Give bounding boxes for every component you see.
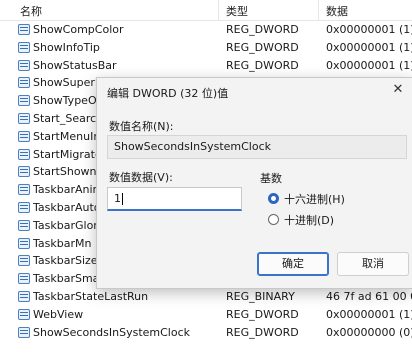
column-divider[interactable] — [318, 0, 319, 20]
registry-value-icon — [18, 202, 30, 213]
hex-radio-label[interactable]: 十六进制(H) — [284, 191, 345, 207]
value-name-cell: TaskbarAutoI — [33, 201, 104, 214]
value-name-cell: ShowTypeOv — [33, 94, 104, 108]
registry-value-icon — [18, 59, 30, 71]
column-divider[interactable] — [218, 0, 219, 20]
base-group: 基数 十六进制(H) 十进制(D) — [260, 170, 408, 230]
registry-value-icon — [18, 273, 30, 285]
registry-value-icon — [18, 113, 30, 124]
registry-value-icon — [18, 148, 30, 160]
hex-radio[interactable] — [268, 193, 279, 204]
registry-value-icon — [18, 326, 30, 338]
column-header-name[interactable]: 名称 — [20, 3, 42, 19]
registry-value-icon — [18, 41, 30, 53]
value-name-cell: WebView — [33, 307, 84, 321]
value-name-cell: ShowInfoTip — [33, 40, 100, 54]
table-row[interactable]: ShowStatusBar REG_DWORD 0x00000001 (1) — [0, 57, 412, 74]
table-row[interactable]: ShowInfoTip REG_DWORD 0x00000001 (1) — [0, 39, 412, 56]
value-name-cell: ShowStatusBar — [33, 58, 117, 72]
dec-radio[interactable] — [268, 214, 279, 225]
registry-value-icon — [18, 219, 30, 231]
value-type-cell: REG_BINARY — [226, 290, 295, 303]
registry-value-icon — [18, 130, 30, 142]
value-type-cell: REG_DWORD — [226, 40, 299, 54]
value-data-cell: 0x00000001 (1) — [326, 307, 412, 321]
value-data-input[interactable]: 1 — [107, 187, 242, 211]
column-header-type[interactable]: 类型 — [226, 3, 248, 19]
value-data-cell: 46 7f ad 61 00 00 — [326, 290, 412, 303]
dialog-title: 编辑 DWORD (32 位)值 — [107, 87, 229, 100]
table-row[interactable]: ShowSecondsInSystemClock REG_DWORD 0x00000… — [0, 324, 412, 341]
value-data-cell: 0x00000001 (1) — [326, 58, 412, 72]
value-data-cell: 0x00000001 (1) — [326, 23, 412, 36]
table-row[interactable]: TaskbarStateLastRun REG_BINARY 46 7f ad 61… — [0, 288, 412, 305]
value-type-cell: REG_DWORD — [226, 58, 299, 72]
table-row[interactable]: WebView REG_DWORD 0x00000001 (1) — [0, 306, 412, 323]
cancel-button[interactable]: 取消 — [337, 252, 409, 276]
base-label: 基数 — [260, 172, 282, 185]
registry-value-icon — [18, 95, 30, 107]
registry-value-icon — [18, 308, 30, 320]
registry-value-icon — [18, 255, 30, 267]
value-type-cell: REG_DWORD — [226, 307, 299, 321]
value-name-cell: ShowSecondsInSystemClock — [33, 325, 191, 339]
value-data-label: 数值数据(V): — [109, 171, 173, 184]
dec-radio-label[interactable]: 十进制(D) — [284, 212, 334, 228]
value-name-cell: TaskbarSmall — [33, 272, 106, 286]
value-name-field: ShowSecondsInSystemClock — [107, 135, 407, 159]
list-header: 名称 类型 数据 — [0, 0, 412, 21]
value-name-text: ShowSecondsInSystemClock — [114, 140, 272, 153]
registry-value-icon — [18, 237, 30, 249]
ok-button[interactable]: 确定 — [257, 252, 329, 276]
value-data-cell: 0x00000001 (1) — [326, 40, 412, 54]
value-type-cell: REG_DWORD — [226, 325, 299, 339]
value-name-label: 数值名称(N): — [109, 120, 174, 133]
column-header-data[interactable]: 数据 — [326, 3, 348, 19]
value-data-text: 1 — [114, 192, 121, 205]
value-name-cell: ShowCompColor — [33, 23, 124, 36]
registry-value-icon — [18, 77, 30, 89]
registry-value-icon — [18, 291, 30, 302]
value-name-cell: TaskbarGlom — [33, 218, 105, 232]
table-row[interactable]: ShowCompColor REG_DWORD 0x00000001 (1) — [0, 21, 412, 38]
value-data-cell: 0x00000000 (0) — [326, 325, 412, 339]
registry-value-icon — [18, 24, 30, 35]
edit-dword-dialog: 编辑 DWORD (32 位)值 ✕ 数值名称(N): ShowSecondsI… — [96, 77, 412, 289]
text-caret — [122, 193, 123, 205]
registry-value-icon — [18, 166, 30, 178]
value-type-cell: REG_DWORD — [226, 23, 299, 36]
value-name-cell: TaskbarAnim — [33, 183, 104, 197]
value-name-cell: StartShownO — [33, 165, 106, 179]
close-icon[interactable]: ✕ — [385, 78, 411, 102]
registry-value-icon — [18, 184, 30, 196]
value-name-cell: TaskbarStateLastRun — [33, 290, 149, 303]
value-name-cell: TaskbarMn — [33, 236, 92, 250]
